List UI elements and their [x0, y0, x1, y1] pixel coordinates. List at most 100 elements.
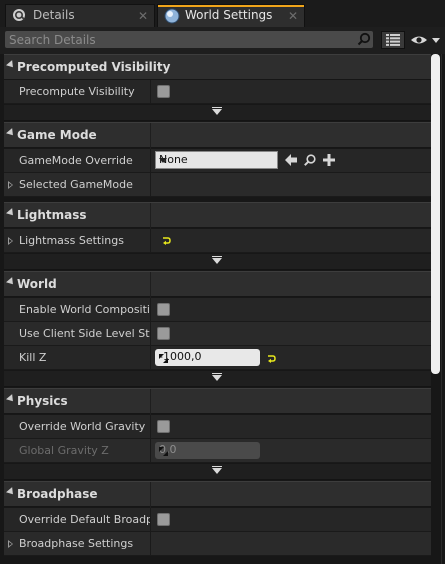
expand-advanced-icon — [212, 256, 222, 264]
property-row-selected-gamemode[interactable]: Selected GameMode — [4, 173, 431, 197]
collapse-arrow-icon[interactable] — [6, 394, 16, 404]
property-row-gamemode-override: GameMode Override None — [4, 149, 431, 173]
world-icon — [164, 8, 180, 27]
section-title: Lightmass — [17, 208, 87, 222]
advanced-expander[interactable] — [4, 105, 431, 121]
property-label: GameMode Override — [19, 154, 133, 167]
property-row-enable-world-composition: Enable World Composition — [4, 298, 431, 322]
browse-search-icon[interactable] — [303, 153, 317, 170]
drag-handle-icon[interactable] — [159, 353, 256, 366]
reset-to-default-icon[interactable] — [162, 235, 171, 248]
column-divider[interactable] — [150, 346, 151, 370]
section-title: Broadphase — [17, 487, 98, 501]
column-divider — [150, 482, 151, 508]
column-divider[interactable] — [150, 415, 151, 439]
property-label: Override Default Broadphase Settings — [19, 513, 150, 526]
view-options-button[interactable] — [381, 31, 405, 49]
advanced-expander[interactable] — [4, 254, 431, 270]
section-header-world[interactable]: World — [4, 271, 431, 298]
property-row-use-client-side-level-streaming: Use Client Side Level Streaming — [4, 322, 431, 346]
drag-handle-icon — [159, 446, 256, 459]
property-label: Kill Z — [19, 351, 47, 364]
column-divider[interactable] — [150, 532, 151, 556]
tab-details-label: Details — [33, 8, 75, 22]
property-label: Broadphase Settings — [19, 537, 134, 550]
property-label: Precompute Visibility — [19, 85, 135, 98]
search-icon[interactable] — [357, 32, 371, 49]
scrollbar[interactable] — [431, 54, 440, 374]
enable-world-composition-checkbox[interactable] — [157, 303, 170, 316]
kill-z-input[interactable]: -1000,0 — [155, 349, 260, 366]
collapse-arrow-icon[interactable] — [6, 487, 16, 497]
use-client-side-level-streaming-checkbox[interactable] — [157, 327, 170, 340]
override-world-gravity-checkbox[interactable] — [157, 420, 170, 433]
column-divider[interactable] — [150, 149, 151, 173]
property-label: Selected GameMode — [19, 178, 133, 191]
expand-arrow-icon[interactable] — [8, 237, 13, 245]
section-header-physics[interactable]: Physics — [4, 388, 431, 415]
column-divider[interactable] — [150, 173, 151, 197]
global-gravity-z-input: 0,0 — [155, 442, 260, 459]
expand-advanced-icon — [212, 466, 222, 474]
collapse-arrow-icon[interactable] — [6, 128, 16, 138]
advanced-expander[interactable] — [4, 464, 431, 480]
expand-arrow-icon[interactable] — [8, 540, 13, 548]
search-box — [5, 31, 373, 48]
column-divider[interactable] — [150, 229, 151, 253]
tab-details[interactable]: Details ✕ — [5, 4, 155, 27]
section-title: Precomputed Visibility — [17, 60, 171, 74]
collapse-arrow-icon[interactable] — [6, 60, 16, 70]
visibility-button[interactable] — [409, 31, 441, 49]
section-title: Game Mode — [17, 128, 97, 142]
property-row-precompute-visibility: Precompute Visibility — [4, 80, 431, 104]
chevron-down-icon — [159, 158, 167, 163]
section-title: World — [17, 277, 57, 291]
property-row-override-world-gravity: Override World Gravity — [4, 415, 431, 439]
column-divider[interactable] — [150, 80, 151, 104]
use-selected-arrow-icon[interactable] — [284, 153, 298, 170]
search-row — [0, 27, 445, 54]
property-label: Override World Gravity — [19, 420, 146, 433]
column-divider — [150, 123, 151, 149]
add-plus-icon[interactable] — [322, 153, 336, 170]
property-label: Enable World Composition — [19, 303, 150, 316]
property-label: Lightmass Settings — [19, 234, 124, 247]
gamemode-override-dropdown[interactable]: None — [155, 151, 278, 169]
expand-arrow-icon[interactable] — [8, 181, 13, 189]
section-title: Physics — [17, 394, 68, 408]
precompute-visibility-checkbox[interactable] — [157, 85, 170, 98]
override-default-broadphase-checkbox[interactable] — [157, 513, 170, 526]
section-header-precomputed-visibility[interactable]: Precomputed Visibility — [4, 54, 431, 80]
expand-advanced-icon — [212, 373, 222, 381]
column-divider[interactable] — [150, 322, 151, 346]
column-divider — [150, 203, 151, 229]
grid-icon — [386, 34, 400, 49]
section-header-broadphase[interactable]: Broadphase — [4, 481, 431, 508]
property-row-lightmass-settings[interactable]: Lightmass Settings — [4, 229, 431, 253]
details-icon — [12, 8, 26, 25]
details-panel: Precomputed Visibility Precompute Visibi… — [4, 54, 431, 564]
tab-world-settings[interactable]: World Settings ✕ — [157, 4, 305, 27]
section-header-lightmass[interactable]: Lightmass — [4, 202, 431, 229]
advanced-expander[interactable] — [4, 371, 431, 387]
column-divider[interactable] — [150, 298, 151, 322]
collapse-arrow-icon[interactable] — [6, 277, 16, 287]
property-row-override-default-broadphase: Override Default Broadphase Settings — [4, 508, 431, 532]
column-divider[interactable] — [150, 508, 151, 532]
eye-icon — [410, 34, 440, 49]
column-divider — [150, 272, 151, 298]
property-row-broadphase-settings[interactable]: Broadphase Settings — [4, 532, 431, 556]
reset-to-default-icon[interactable] — [267, 353, 276, 366]
expand-advanced-icon — [212, 107, 222, 115]
property-label: Use Client Side Level Streaming — [19, 327, 150, 340]
tab-bar: Details ✕ World Settings ✕ — [0, 0, 445, 27]
close-icon[interactable]: ✕ — [288, 9, 298, 23]
search-input[interactable] — [9, 31, 349, 48]
property-label: Global Gravity Z — [19, 444, 109, 457]
collapse-arrow-icon[interactable] — [6, 208, 16, 218]
tab-world-settings-label: World Settings — [185, 8, 273, 22]
property-row-kill-z: Kill Z -1000,0 — [4, 346, 431, 370]
column-divider[interactable] — [150, 439, 151, 463]
section-header-game-mode[interactable]: Game Mode — [4, 122, 431, 149]
close-icon[interactable]: ✕ — [138, 9, 148, 23]
